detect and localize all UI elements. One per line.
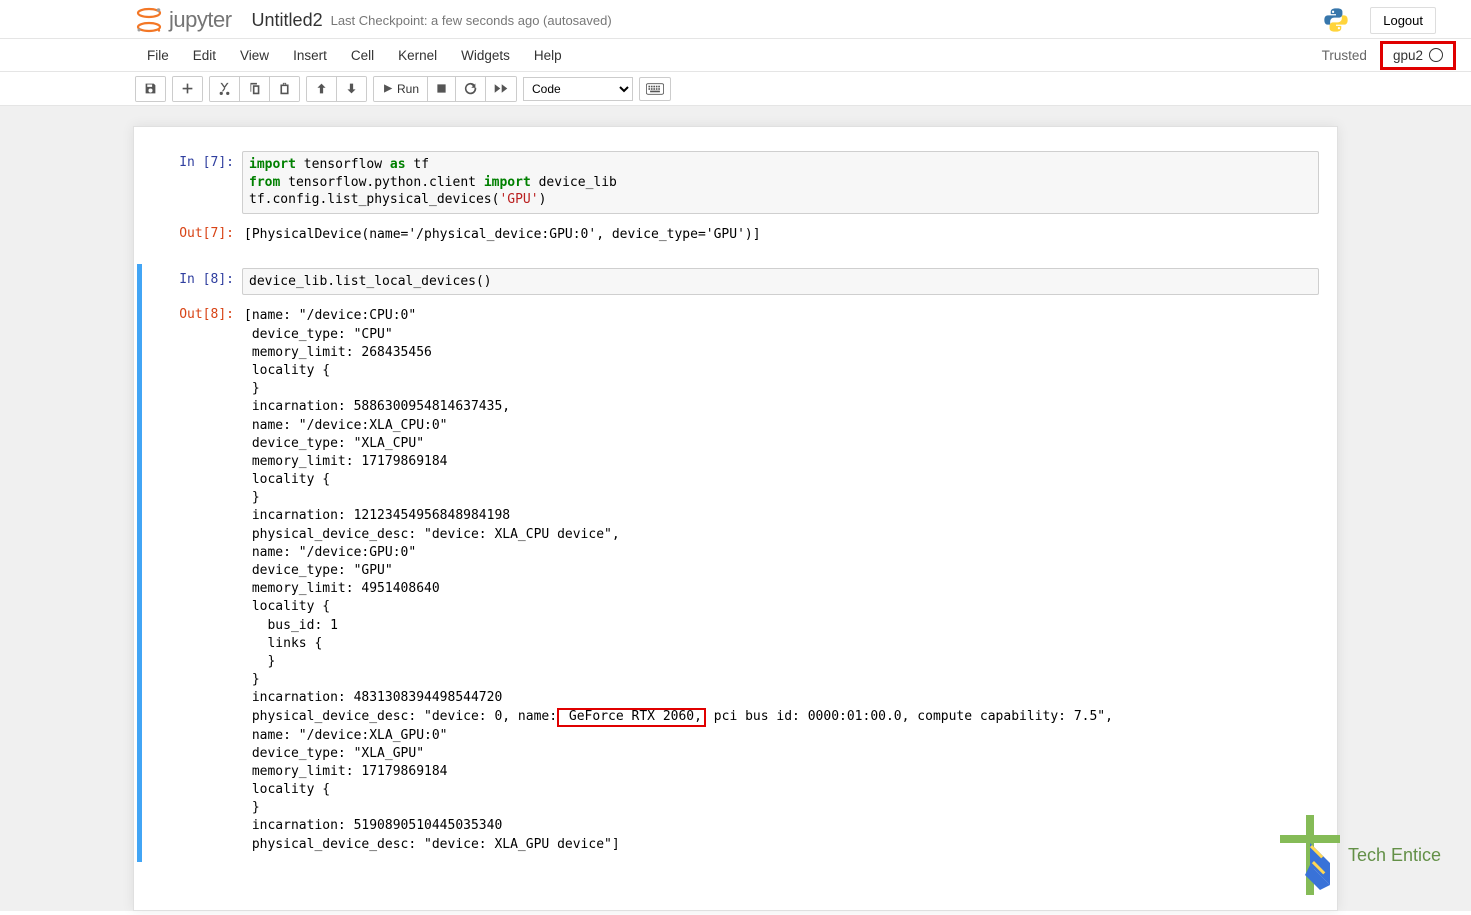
jupyter-icon (135, 6, 163, 34)
logout-button[interactable]: Logout (1370, 7, 1436, 34)
code-cell[interactable]: In [8]: device_lib.list_local_devices() (137, 264, 1329, 300)
menu-edit[interactable]: Edit (181, 42, 228, 69)
in-prompt: In [7]: (142, 151, 242, 214)
menu-cell[interactable]: Cell (339, 42, 386, 69)
kernel-name-box[interactable]: gpu2 (1380, 41, 1456, 70)
cell-type-select[interactable]: Code (523, 77, 633, 101)
insert-cell-button[interactable] (173, 77, 202, 101)
trusted-indicator[interactable]: Trusted (1311, 43, 1378, 68)
checkpoint-status: Last Checkpoint: a few seconds ago (auto… (331, 13, 612, 28)
restart-run-all-button[interactable] (486, 77, 516, 101)
menu-widgets[interactable]: Widgets (449, 42, 522, 69)
move-up-button[interactable] (307, 77, 337, 101)
play-icon (382, 83, 393, 94)
jupyter-logo-text: jupyter (169, 7, 232, 33)
save-button[interactable] (136, 77, 165, 101)
copy-icon (248, 82, 261, 95)
cut-icon (218, 82, 231, 95)
stop-icon (436, 83, 447, 94)
python-icon (1322, 6, 1350, 34)
output-text: [PhysicalDevice(name='/physical_device:G… (242, 222, 1319, 248)
run-button[interactable]: Run (374, 77, 428, 101)
highlighted-gpu-name: GeForce RTX 2060, (557, 708, 706, 727)
out-prompt: Out[7]: (142, 222, 242, 248)
output-text: [name: "/device:CPU:0" device_type: "CPU… (242, 303, 1319, 857)
move-down-button[interactable] (337, 77, 366, 101)
refresh-icon (464, 82, 477, 95)
menubar-container: File Edit View Insert Cell Kernel Widget… (0, 39, 1471, 72)
menu-help[interactable]: Help (522, 42, 574, 69)
notebook-name[interactable]: Untitled2 (252, 10, 323, 31)
interrupt-button[interactable] (428, 77, 456, 101)
menu-insert[interactable]: Insert (281, 42, 339, 69)
notebook-header: jupyter Untitled2 Last Checkpoint: a few… (0, 0, 1471, 39)
menu-file[interactable]: File (135, 42, 181, 69)
code-cell[interactable]: In [7]: import tensorflow as tf from ten… (142, 147, 1329, 218)
kernel-name-label: gpu2 (1393, 48, 1423, 63)
jupyter-logo[interactable]: jupyter (135, 6, 232, 34)
keyboard-icon (646, 83, 664, 95)
menu-kernel[interactable]: Kernel (386, 42, 449, 69)
out-prompt: Out[8]: (142, 303, 242, 857)
arrow-up-icon (315, 82, 328, 95)
arrow-down-icon (345, 82, 358, 95)
cut-button[interactable] (210, 77, 240, 101)
copy-button[interactable] (240, 77, 270, 101)
command-palette-button[interactable] (639, 77, 671, 101)
output-cell: Out[8]: [name: "/device:CPU:0" device_ty… (137, 299, 1329, 861)
paste-button[interactable] (270, 77, 299, 101)
in-prompt: In [8]: (142, 268, 242, 296)
code-input[interactable]: import tensorflow as tf from tensorflow.… (242, 151, 1319, 214)
plus-icon (181, 82, 194, 95)
output-cell: Out[7]: [PhysicalDevice(name='/physical_… (142, 218, 1329, 252)
menu-view[interactable]: View (228, 42, 281, 69)
run-label: Run (397, 82, 419, 96)
paste-icon (278, 82, 291, 95)
code-input[interactable]: device_lib.list_local_devices() (242, 268, 1319, 296)
notebook-wrapper: In [7]: import tensorflow as tf from ten… (0, 106, 1471, 911)
toolbar: Run Code (0, 72, 1471, 106)
menubar: File Edit View Insert Cell Kernel Widget… (0, 39, 1471, 71)
notebook: In [7]: import tensorflow as tf from ten… (133, 126, 1338, 911)
save-icon (144, 82, 157, 95)
kernel-idle-icon (1429, 48, 1443, 62)
restart-button[interactable] (456, 77, 486, 101)
fast-forward-icon (494, 83, 508, 94)
